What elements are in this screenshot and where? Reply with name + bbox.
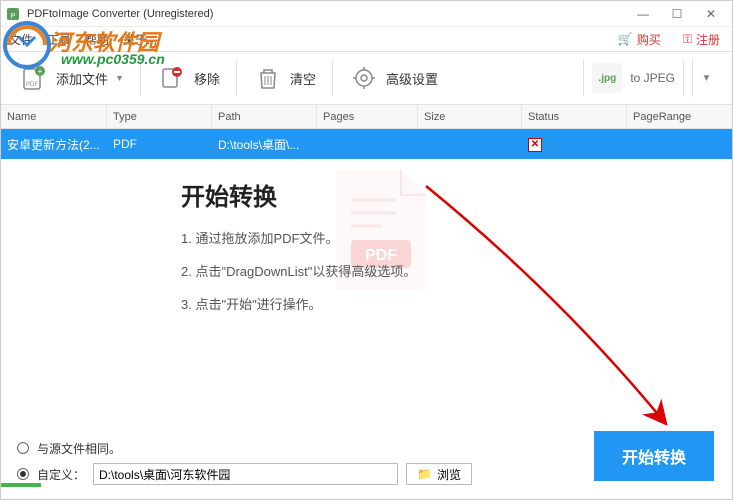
folder-icon: 📁 (417, 467, 432, 481)
app-icon: P (5, 6, 21, 22)
convert-button[interactable]: 开始转换 (594, 431, 714, 481)
chevron-down-icon: ▼ (702, 73, 712, 84)
toolbar: PDF+ 添加文件 ▼ 移除 清空 高级设置 (1, 51, 732, 105)
step-2: 2. 点击"DragDownList"以获得高级选项。 (181, 261, 732, 280)
format-badge: .jpg (592, 63, 622, 93)
settings-button[interactable]: 高级设置 (343, 59, 444, 97)
output-options: 与源文件相同。 自定义： 📁 浏览 开始转换 (1, 435, 732, 487)
instructions-title: 开始转换 (181, 177, 732, 212)
browse-button[interactable]: 📁 浏览 (406, 463, 472, 485)
col-type[interactable]: Type (107, 105, 212, 128)
step-1: 1. 通过拖放添加PDF文件。 (181, 228, 732, 247)
cell-path: D:\tools\桌面\... (212, 136, 317, 153)
col-pages[interactable]: Pages (317, 105, 418, 128)
key-icon: ⚿ (683, 32, 692, 47)
add-file-icon: PDF+ (19, 63, 49, 93)
maximize-button[interactable]: ☐ (660, 4, 694, 24)
menu-about[interactable]: 关于... (123, 31, 157, 48)
radio-custom[interactable] (17, 468, 29, 480)
menu-file[interactable]: 文件 (9, 31, 33, 48)
step-3: 3. 点击"开始"进行操作。 (181, 294, 732, 313)
error-icon: ✕ (528, 138, 542, 152)
instructions-area: PDF 开始转换 1. 通过拖放添加PDF文件。 2. 点击"DragDownL… (1, 159, 732, 379)
radio-same-source[interactable] (17, 442, 29, 454)
col-name[interactable]: Name (1, 105, 107, 128)
gear-icon (349, 63, 379, 93)
svg-text:+: + (38, 67, 43, 76)
table-row[interactable]: 安卓更新方法(2... PDF D:\tools\桌面\... ✕ (1, 129, 732, 159)
same-source-label: 与源文件相同。 (37, 440, 121, 457)
titlebar: P PDFtoImage Converter (Unregistered) — … (1, 1, 732, 27)
cell-name: 安卓更新方法(2... (1, 136, 107, 153)
format-label: to JPEG (630, 71, 675, 85)
col-range[interactable]: PageRange (627, 105, 732, 128)
cell-type: PDF (107, 137, 212, 151)
menu-help[interactable]: 帮助 (85, 31, 109, 48)
chevron-down-icon: ▼ (115, 73, 124, 83)
table-header: Name Type Path Pages Size Status PageRan… (1, 105, 732, 129)
buy-link[interactable]: 🛒 购买 (618, 31, 661, 48)
window-title: PDFtoImage Converter (Unregistered) (27, 8, 213, 20)
clear-button[interactable]: 清空 (247, 59, 322, 97)
remove-icon (157, 63, 187, 93)
menubar: 文件 工具 帮助 关于... 🛒 购买 ⚿ 注册 (1, 27, 732, 51)
col-path[interactable]: Path (212, 105, 317, 128)
format-dropdown[interactable]: ▼ (692, 59, 720, 97)
svg-text:P: P (11, 13, 16, 20)
remove-button[interactable]: 移除 (151, 59, 226, 97)
minimize-button[interactable]: — (626, 4, 660, 24)
register-link[interactable]: ⚿ 注册 (683, 31, 720, 48)
close-button[interactable]: ✕ (694, 4, 728, 24)
cell-status: ✕ (522, 136, 627, 152)
progress-bar (1, 483, 41, 487)
trash-icon (253, 63, 283, 93)
custom-label: 自定义： (37, 466, 85, 483)
svg-text:PDF: PDF (26, 82, 38, 88)
add-file-button[interactable]: PDF+ 添加文件 ▼ (13, 59, 130, 97)
output-path-input[interactable] (93, 463, 398, 485)
cart-icon: 🛒 (618, 32, 633, 46)
col-status[interactable]: Status (522, 105, 627, 128)
menu-tools[interactable]: 工具 (47, 31, 71, 48)
col-size[interactable]: Size (418, 105, 522, 128)
